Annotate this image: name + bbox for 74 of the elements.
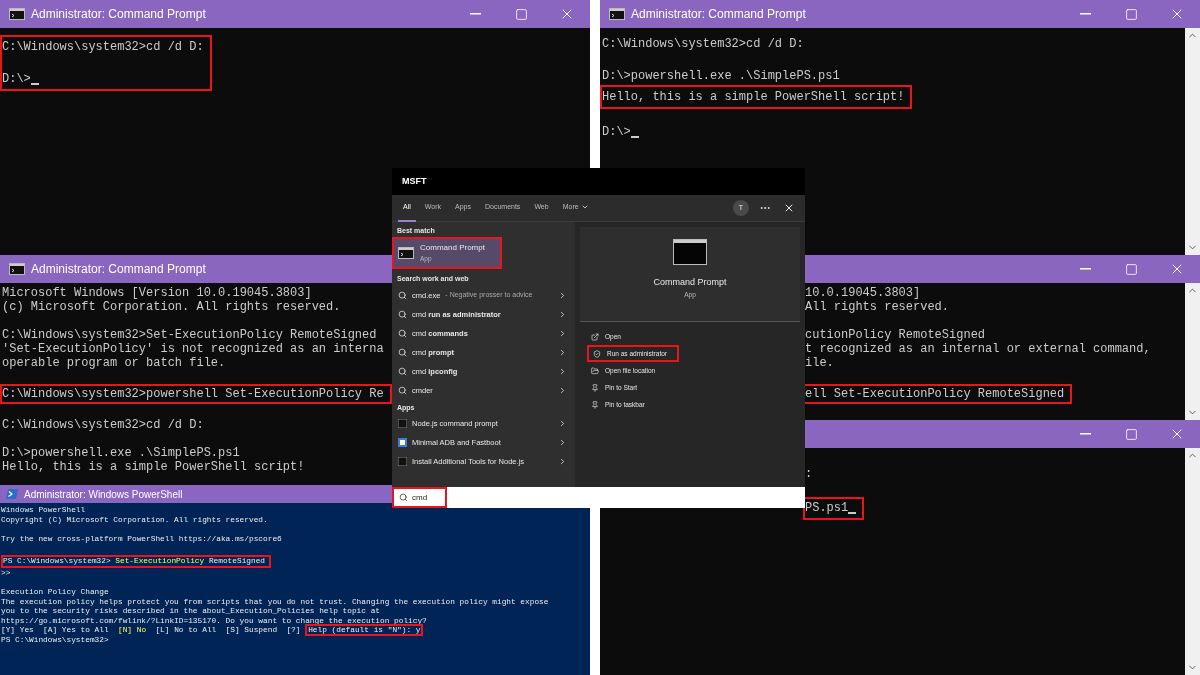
terminal-icon xyxy=(609,8,625,20)
app-icon xyxy=(398,438,407,447)
terminal-icon xyxy=(9,263,25,275)
console-line: Hello, this is a simple PowerShell script! xyxy=(2,460,305,474)
console-line: C:\Windows\system32>cd /d D: xyxy=(2,418,204,432)
console-line: D:\> xyxy=(2,70,39,88)
console-line: 'Set-ExecutionPolicy' is not recognized as an interna xyxy=(2,342,384,356)
minimize-icon xyxy=(1079,268,1091,270)
terminal-icon xyxy=(9,8,25,20)
search-icon xyxy=(399,493,408,502)
scrollbar[interactable] xyxy=(1185,28,1200,255)
pin-icon xyxy=(591,383,599,392)
terminal-icon xyxy=(673,239,707,265)
close-icon[interactable] xyxy=(783,202,795,214)
window-title: Administrator: Command Prompt xyxy=(631,6,806,23)
console-line: t recognized as an internal or external command, xyxy=(805,342,1151,356)
external-link-icon xyxy=(591,332,599,341)
maximize-icon xyxy=(1124,262,1138,276)
window-title: Administrator: Command Prompt xyxy=(31,261,206,278)
chevron-right-icon xyxy=(558,438,567,447)
item-title: Command Prompt xyxy=(420,242,485,255)
search-icon xyxy=(398,329,407,338)
console-line: Microsoft Windows [Version 10.0.19045.3803] xyxy=(2,286,312,300)
console-line: Hello, this is a simple PowerShell script! xyxy=(602,89,905,106)
console-line: operable program or batch file. xyxy=(2,356,226,370)
console-line: cutionPolicy RemoteSigned xyxy=(805,328,986,342)
terminal-icon xyxy=(398,247,414,259)
console-line: D:\> xyxy=(602,123,639,141)
scrollbar[interactable] xyxy=(1185,283,1200,420)
maximize-icon xyxy=(514,7,528,21)
chevron-right-icon xyxy=(558,386,567,395)
powershell-icon xyxy=(6,489,18,499)
console-line: C:\Windows\system32>cd /d D: xyxy=(2,39,204,56)
chevron-right-icon xyxy=(558,457,567,466)
console-line: ell Set-ExecutionPolicy RemoteSigned xyxy=(805,387,1065,401)
chevron-right-icon xyxy=(558,348,567,357)
minimize-icon xyxy=(469,13,481,15)
console-line: PS.ps1 xyxy=(805,500,857,517)
window-title: Administrator: Windows PowerShell xyxy=(24,487,183,502)
folder-icon xyxy=(591,366,599,375)
console-line: : xyxy=(805,466,813,483)
console-line: ile. xyxy=(805,356,834,370)
chevron-right-icon xyxy=(558,310,567,319)
scrollbar[interactable] xyxy=(1185,448,1200,675)
console-line: (c) Microsoft Corporation. All rights reserved. xyxy=(2,300,341,314)
chevron-right-icon xyxy=(558,419,567,428)
search-icon xyxy=(398,291,407,300)
console-line: C:\Windows\system32>Set-ExecutionPolicy RemoteSigned xyxy=(2,328,377,342)
preview-title: Command Prompt xyxy=(653,276,727,289)
chevron-right-icon xyxy=(558,291,567,300)
chevron-right-icon xyxy=(558,329,567,338)
chevron-right-icon xyxy=(558,367,567,376)
search-icon xyxy=(398,386,407,395)
console-line: D:\>powershell.exe .\SimplePS.ps1 xyxy=(2,446,240,460)
window-title: Administrator: Command Prompt xyxy=(31,6,206,23)
console-line: D:\>powershell.exe .\SimplePS.ps1 xyxy=(602,68,840,85)
search-icon xyxy=(398,310,407,319)
maximize-icon xyxy=(1124,7,1138,21)
panel-header: MSFT xyxy=(402,174,427,188)
pin-icon xyxy=(591,400,599,409)
console-line: C:\Windows\system32>cd /d D: xyxy=(602,36,804,53)
search-icon xyxy=(398,348,407,357)
terminal-icon xyxy=(398,419,407,428)
maximize-icon xyxy=(1124,427,1138,441)
minimize-icon xyxy=(1079,13,1091,15)
terminal-icon xyxy=(398,457,407,466)
console-line: C:\Windows\system32>powershell Set-ExecutionPolicy Re xyxy=(2,387,384,401)
search-field[interactable]: cmd xyxy=(392,487,447,508)
caret-icon xyxy=(580,203,589,211)
shield-icon xyxy=(593,349,601,358)
minimize-icon xyxy=(1079,433,1091,435)
search-icon xyxy=(398,367,407,376)
console-line: All rights reserved. xyxy=(805,300,950,314)
console-line: 10.0.19045.3803] xyxy=(805,286,921,300)
